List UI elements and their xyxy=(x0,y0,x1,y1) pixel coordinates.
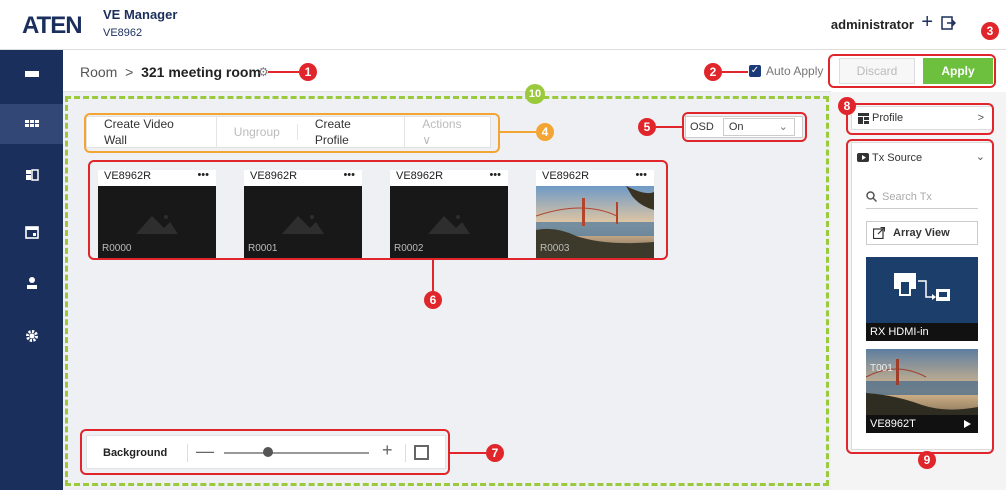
breadcrumb-current: 321 meeting room xyxy=(141,64,261,80)
app-title: VE Manager xyxy=(103,7,178,22)
breadcrumb-root[interactable]: Room xyxy=(80,64,117,80)
sidebar-item-users[interactable] xyxy=(0,263,63,303)
callout-7: 7 xyxy=(486,444,504,462)
user-name[interactable]: administrator xyxy=(831,17,914,32)
callout-line xyxy=(656,126,682,128)
auto-apply-label: Auto Apply xyxy=(766,64,824,78)
callout-box-8 xyxy=(846,103,994,135)
callout-box-5 xyxy=(682,112,807,142)
sidebar-item-settings[interactable] xyxy=(0,316,63,356)
auto-apply[interactable]: ✓ Auto Apply xyxy=(749,64,823,78)
aten-logo: ATEN xyxy=(22,12,83,39)
sidebar xyxy=(0,50,63,490)
callout-6: 6 xyxy=(424,291,442,309)
sidebar-item-video-wall[interactable] xyxy=(0,54,63,94)
callout-box-7 xyxy=(80,429,450,475)
sidebar-item-layout[interactable] xyxy=(0,155,63,195)
callout-line xyxy=(500,131,536,133)
breadcrumb-separator: > xyxy=(125,64,134,80)
callout-line xyxy=(450,452,486,454)
callout-box-4 xyxy=(84,113,500,153)
calendar-icon xyxy=(24,226,39,239)
callout-2: 2 xyxy=(704,63,722,81)
callout-line xyxy=(722,71,748,73)
callout-1: 1 xyxy=(299,63,317,81)
sidebar-item-room[interactable] xyxy=(0,104,63,144)
video-wall-icon xyxy=(24,71,39,77)
canvas-zone-outline xyxy=(65,96,829,486)
callout-box-6 xyxy=(88,160,668,260)
callout-5: 5 xyxy=(638,118,656,136)
app-model: VE8962 xyxy=(103,27,143,39)
callout-box-3 xyxy=(828,54,996,88)
layout-icon xyxy=(25,169,39,181)
callout-8: 8 xyxy=(838,97,856,115)
user-icon xyxy=(26,277,37,289)
callout-line xyxy=(432,260,434,291)
callout-4: 4 xyxy=(536,123,554,141)
room-icon xyxy=(24,120,39,127)
auto-apply-checkbox[interactable]: ✓ xyxy=(749,65,761,77)
callout-line xyxy=(268,71,299,73)
callout-9: 9 xyxy=(918,451,936,469)
gear-icon xyxy=(25,330,38,342)
add-icon[interactable]: + xyxy=(921,11,933,34)
breadcrumb: Room > 321 meeting room xyxy=(80,64,261,80)
logout-icon[interactable] xyxy=(940,15,956,31)
callout-10: 10 xyxy=(525,84,545,104)
top-bar: ATEN VE Manager VE8962 administrator + xyxy=(0,0,1006,50)
callout-3: 3 xyxy=(981,22,999,40)
callout-box-9 xyxy=(846,139,994,454)
sidebar-item-schedule[interactable] xyxy=(0,212,63,252)
